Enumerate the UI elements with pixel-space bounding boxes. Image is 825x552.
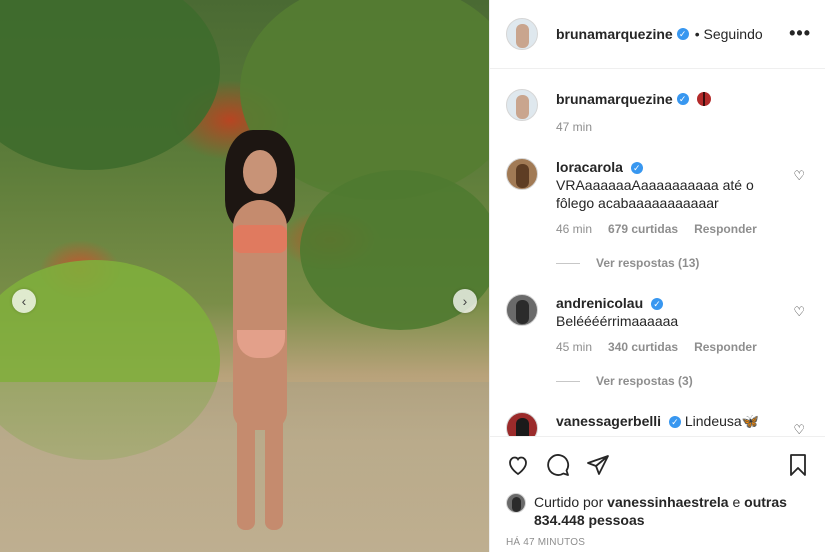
comment-username[interactable]: vanessagerbelli (556, 413, 661, 429)
chevron-right-icon: › (462, 293, 468, 309)
reply-button[interactable]: Responder (694, 340, 757, 354)
verified-badge-icon: ✓ (676, 28, 689, 40)
author-username[interactable]: brunamarquezine (556, 26, 673, 42)
comment-time[interactable]: 45 min (556, 340, 592, 354)
view-replies-button[interactable]: Ver respostas (3) (556, 374, 788, 388)
liked-by-user[interactable]: vanessinhaestrela (607, 494, 728, 510)
comment-text: VRAaaaaaaAaaaaaaaaaa até o fôlego acabaa… (556, 177, 754, 211)
caption: brunamarquezine ✓ 47 min (506, 89, 809, 134)
post-actions: Curtido por vanessinhaestrela e outras 8… (490, 436, 825, 548)
view-replies-button[interactable]: Ver respostas (13) (556, 256, 788, 270)
comments-list[interactable]: brunamarquezine ✓ 47 min loracarola ✓ VR… (490, 69, 825, 436)
liker-avatar[interactable] (506, 493, 526, 513)
view-replies-label: Ver respostas (3) (596, 374, 693, 388)
comment-icon[interactable] (546, 453, 570, 477)
reply-button[interactable]: Responder (694, 222, 757, 236)
liked-by-middle: e (728, 494, 745, 510)
comment-time[interactable]: 46 min (556, 222, 592, 236)
caption-username[interactable]: brunamarquezine (556, 91, 673, 107)
instagram-post: ‹ › brunamarquezine ✓ • Seguindo ••• bru… (0, 0, 825, 552)
likes-summary: Curtido por vanessinhaestrela e outras 8… (506, 493, 810, 529)
post-header: brunamarquezine ✓ • Seguindo ••• (490, 0, 825, 69)
comment-likes[interactable]: 340 curtidas (608, 340, 678, 354)
comment-text: Beléééérrimaaaaaa (556, 313, 679, 329)
commenter-avatar[interactable] (506, 294, 538, 326)
previous-image-button[interactable]: ‹ (12, 289, 36, 313)
next-image-button[interactable]: › (453, 289, 477, 313)
commenter-avatar[interactable] (506, 412, 538, 436)
bookmark-icon[interactable] (786, 453, 810, 477)
commenter-avatar[interactable] (506, 158, 538, 190)
comment-username[interactable]: andrenicolau (556, 295, 643, 311)
author-avatar[interactable] (506, 18, 538, 50)
like-comment-heart-icon[interactable]: ♡ (793, 304, 805, 320)
verified-badge-icon: ✓ (668, 416, 681, 429)
post-timestamp[interactable]: HÁ 47 MINUTOS (506, 537, 810, 548)
verified-badge-icon: ✓ (651, 298, 664, 311)
comment-text: Lindeusa🦋 (684, 413, 760, 429)
comment-username[interactable]: loracarola (556, 159, 623, 175)
heart-icon[interactable] (506, 453, 530, 477)
like-comment-heart-icon[interactable]: ♡ (793, 422, 805, 436)
like-comment-heart-icon[interactable]: ♡ (793, 168, 805, 184)
ladybug-emoji-icon (696, 92, 711, 106)
chevron-left-icon: ‹ (21, 293, 27, 309)
comment-likes[interactable]: 679 curtidas (608, 222, 678, 236)
share-icon[interactable] (586, 453, 610, 477)
person-figure (215, 130, 305, 530)
following-status[interactable]: • Seguindo (695, 26, 763, 42)
liked-by-prefix: Curtido por (534, 494, 608, 510)
comment-item: andrenicolau ✓ Beléééérrimaaaaaa 45 min … (506, 294, 809, 388)
comment-item: loracarola ✓ VRAaaaaaaAaaaaaaaaaa até o … (506, 158, 809, 270)
foliage (0, 0, 220, 170)
author-avatar[interactable] (506, 89, 538, 121)
post-photo[interactable]: ‹ › (0, 0, 489, 552)
comment-item: vanessagerbelli ✓ Lindeusa🦋 ♡ (506, 412, 809, 436)
caption-time: 47 min (556, 120, 593, 134)
more-options-icon[interactable]: ••• (789, 23, 811, 44)
view-replies-label: Ver respostas (13) (596, 256, 700, 270)
verified-badge-icon: ✓ (630, 162, 643, 175)
post-sidebar: brunamarquezine ✓ • Seguindo ••• brunama… (489, 0, 825, 552)
verified-badge-icon: ✓ (676, 93, 689, 105)
